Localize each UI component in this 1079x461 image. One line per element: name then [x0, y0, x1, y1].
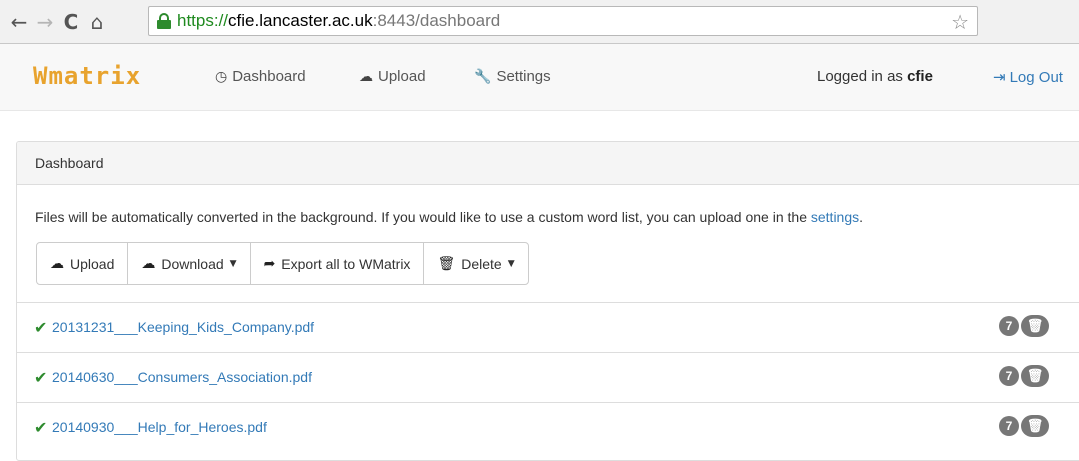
forward-arrow-icon[interactable]: → [32, 8, 58, 36]
url-scheme: https:// [177, 11, 229, 30]
nav-dashboard[interactable]: ◷ Dashboard [215, 68, 306, 85]
file-actions-toolbar: ☁ Upload ☁ Download ▼ ➦ Export all to WM… [36, 242, 529, 285]
clock-icon: ◷ [215, 68, 228, 85]
logout-label: Log Out [1009, 68, 1063, 86]
reload-icon[interactable]: C [58, 8, 84, 36]
username: cfie [907, 68, 933, 85]
file-row: ✔ 20140630___Consumers_Association.pdf 7… [17, 352, 1079, 402]
lock-icon [157, 13, 171, 29]
checkmark-icon: ✔ [34, 368, 48, 387]
dashboard-panel: Dashboard Files will be automatically co… [16, 141, 1079, 461]
file-row: ✔ 20131231___Keeping_Kids_Company.pdf 7 … [17, 302, 1079, 352]
checkmark-icon: ✔ [34, 318, 48, 337]
file-link[interactable]: 20140630___Consumers_Association.pdf [52, 369, 312, 385]
brand-logo[interactable]: Wmatrix [33, 62, 141, 90]
logout-link[interactable]: ⇥ Log Out [993, 68, 1063, 86]
delete-button-label: Delete [461, 255, 502, 272]
panel-heading: Dashboard [17, 142, 1079, 185]
checkmark-icon: ✔ [34, 418, 48, 437]
nav-upload[interactable]: ☁ Upload [359, 68, 426, 85]
bookmark-star-icon[interactable]: ☆ [951, 10, 969, 34]
logged-in-prefix: Logged in as [817, 68, 903, 85]
info-end: . [859, 209, 864, 225]
trash-icon: 🗑 [437, 255, 456, 272]
settings-link[interactable]: settings [811, 209, 859, 225]
logged-in-status: Logged in as cfie [817, 68, 933, 85]
count-badge[interactable]: 7 [999, 316, 1019, 336]
export-button[interactable]: ➦ Export all to WMatrix [251, 243, 425, 284]
browser-toolbar: ← → C ⌂ https://cfie.lancaster.ac.uk:844… [0, 0, 1079, 44]
nav-dashboard-label: Dashboard [232, 68, 306, 85]
trash-icon[interactable]: 🗑 [1021, 315, 1049, 337]
cloud-upload-icon: ☁ [359, 68, 373, 85]
cloud-download-icon: ☁ [141, 255, 156, 272]
trash-icon[interactable]: 🗑 [1021, 365, 1049, 387]
trash-icon[interactable]: 🗑 [1021, 415, 1049, 437]
nav-upload-label: Upload [378, 68, 426, 85]
file-row: ✔ 20140930___Help_for_Heroes.pdf 7 🗑 [17, 402, 1079, 452]
address-bar[interactable]: https://cfie.lancaster.ac.uk:8443/dashbo… [148, 6, 978, 36]
back-arrow-icon[interactable]: ← [6, 8, 32, 36]
home-icon[interactable]: ⌂ [84, 8, 110, 36]
export-button-label: Export all to WMatrix [281, 255, 411, 272]
app-navbar: Wmatrix ◷ Dashboard ☁ Upload 🔧 Settings … [0, 44, 1079, 111]
count-badge[interactable]: 7 [999, 416, 1019, 436]
caret-down-icon: ▼ [507, 258, 515, 269]
upload-button[interactable]: ☁ Upload [37, 243, 129, 284]
nav-settings-label: Settings [496, 68, 551, 85]
download-button[interactable]: ☁ Download ▼ [128, 243, 251, 284]
delete-button[interactable]: 🗑 Delete ▼ [424, 243, 527, 284]
logout-icon: ⇥ [993, 68, 1006, 86]
info-text: Files will be automatically converted in… [35, 209, 863, 225]
share-arrow-icon: ➦ [263, 255, 276, 272]
download-button-label: Download [161, 255, 224, 272]
url-path: :8443/dashboard [372, 11, 501, 30]
wrench-icon: 🔧 [474, 68, 492, 85]
file-list: ✔ 20131231___Keeping_Kids_Company.pdf 7 … [17, 302, 1079, 452]
cloud-upload-icon: ☁ [50, 255, 64, 272]
info-message: Files will be automatically converted in… [35, 209, 807, 225]
file-link[interactable]: 20140930___Help_for_Heroes.pdf [52, 419, 267, 435]
upload-button-label: Upload [70, 255, 115, 272]
file-link[interactable]: 20131231___Keeping_Kids_Company.pdf [52, 319, 314, 335]
nav-settings[interactable]: 🔧 Settings [474, 68, 551, 85]
count-badge[interactable]: 7 [999, 366, 1019, 386]
caret-down-icon: ▼ [229, 258, 237, 269]
url-host: cfie.lancaster.ac.uk [228, 11, 373, 30]
